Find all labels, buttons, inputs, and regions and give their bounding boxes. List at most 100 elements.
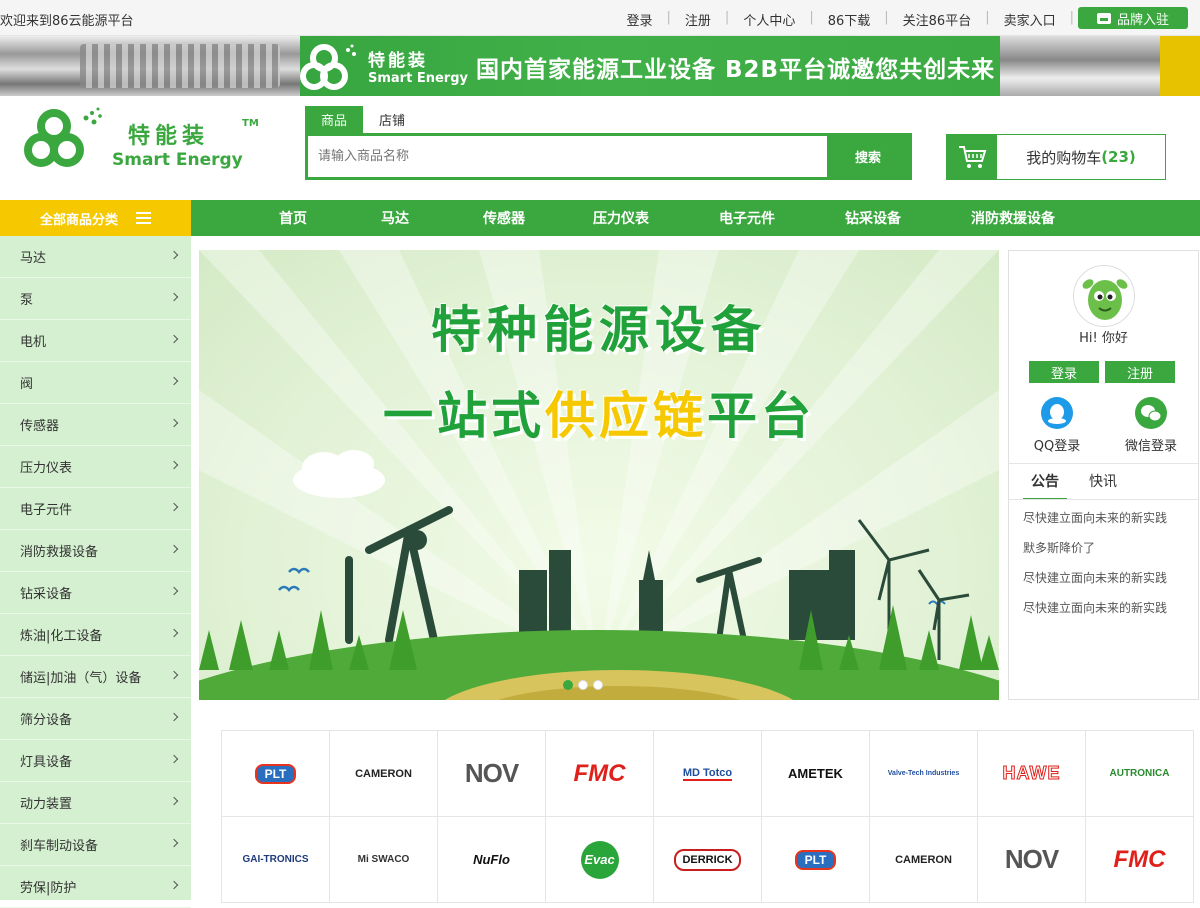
sidebar-item-label: 储运|加油（气）设备 xyxy=(20,671,142,686)
tab-announcement[interactable]: 公告 xyxy=(1023,471,1067,500)
brand-logo-fmc[interactable]: FMC xyxy=(546,731,654,817)
search-tab-stores[interactable]: 店铺 xyxy=(363,106,421,133)
top-link-register[interactable]: 注册 xyxy=(671,10,725,29)
sidebar-item-pressure-gauge[interactable]: 压力仪表 xyxy=(0,446,191,488)
welcome-text: 欢迎来到86云能源平台 xyxy=(0,14,134,29)
sidebar-item-power-unit[interactable]: 动力装置 xyxy=(0,782,191,824)
brand-logo-nuflo[interactable]: NuFlo xyxy=(438,817,546,903)
brand-logo-cameron[interactable]: CAMERON xyxy=(870,817,978,903)
nav-item-pressure-gauge[interactable]: 压力仪表 xyxy=(593,200,649,236)
wechat-login-label: 微信登录 xyxy=(1124,439,1177,454)
chevron-right-icon xyxy=(169,628,179,638)
wechat-login-button[interactable]: 微信登录 xyxy=(1111,397,1191,454)
chevron-right-icon xyxy=(169,838,179,848)
sidebar-item-label: 钻采设备 xyxy=(20,587,73,602)
brand-logo-ametek[interactable]: AMETEK xyxy=(762,731,870,817)
news-item[interactable]: 尽快建立面向未来的新实践 xyxy=(1023,509,1183,539)
brand-logo-autronica[interactable]: AUTRONICA xyxy=(1086,731,1194,817)
hero-title-part-c: 平台 xyxy=(707,387,815,445)
sidebar-item-electric-machine[interactable]: 电机 xyxy=(0,320,191,362)
carousel-dot-3[interactable] xyxy=(593,680,603,690)
news-item[interactable]: 尽快建立面向未来的新实践 xyxy=(1023,569,1183,599)
nav-item-home[interactable]: 首页 xyxy=(279,200,307,236)
brand-logo-md-totco[interactable]: MD Totco xyxy=(654,731,762,817)
qq-login-label: QQ登录 xyxy=(1033,439,1081,454)
cart-icon-box xyxy=(947,135,997,179)
top-link-user-center[interactable]: 个人中心 xyxy=(729,10,809,29)
site-logo[interactable]: 特能装 TM Smart Energy xyxy=(24,104,264,174)
brand-logo-derrick[interactable]: DERRICK xyxy=(654,817,762,903)
sidebar-item-label: 灯具设备 xyxy=(20,755,73,770)
top-link-login[interactable]: 登录 xyxy=(613,10,667,29)
nav-item-drilling[interactable]: 钻采设备 xyxy=(845,200,901,236)
brand-logo-gai-tronics[interactable]: GAI-TRONICS xyxy=(222,817,330,903)
nav-item-electronic-components[interactable]: 电子元件 xyxy=(719,200,775,236)
carousel-dot-1[interactable] xyxy=(563,680,573,690)
carousel-dots xyxy=(563,680,603,690)
hero-title-line1: 特种能源设备 xyxy=(431,301,767,359)
sidebar-item-sensor[interactable]: 传感器 xyxy=(0,404,191,446)
brand-logo-nov[interactable]: NOV xyxy=(438,731,546,817)
sidebar-item-pump[interactable]: 泵 xyxy=(0,278,191,320)
brand-grid: PLT CAMERON NOV FMC MD Totco AMETEK Valv… xyxy=(221,730,1194,903)
sidebar-item-lighting[interactable]: 灯具设备 xyxy=(0,740,191,782)
brand-logo-cameron[interactable]: CAMERON xyxy=(330,731,438,817)
qq-login-button[interactable]: QQ登录 xyxy=(1017,397,1097,454)
hero-banner[interactable]: 特种能源设备 一站式供应链平台 xyxy=(199,250,999,700)
brand-logo-mi-swaco[interactable]: Mi SWACO xyxy=(330,817,438,903)
sidebar-item-protection[interactable]: 劳保|防护 xyxy=(0,866,191,908)
nav-item-sensor[interactable]: 传感器 xyxy=(483,200,525,236)
sidebar-item-electronic-components[interactable]: 电子元件 xyxy=(0,488,191,530)
register-button[interactable]: 注册 xyxy=(1105,361,1175,383)
cart-button[interactable]: 我的购物车 (23) xyxy=(946,134,1166,180)
all-categories-label: 全部商品分类 xyxy=(39,212,118,228)
sidebar-item-label: 马达 xyxy=(20,251,47,266)
sidebar-item-storage-fueling[interactable]: 储运|加油（气）设备 xyxy=(0,656,191,698)
brand-logo-plt[interactable]: PLT xyxy=(222,731,330,817)
top-bar: 欢迎来到86云能源平台 登录 | 注册 | 个人中心 | 86下载 | 关注86平台 | … xyxy=(0,0,1200,36)
cart-text: 我的购物车 xyxy=(1026,148,1102,167)
machine-image-left xyxy=(0,36,300,96)
hero-title-part-b: 供应链 xyxy=(545,387,707,445)
brand-logo-plt[interactable]: PLT xyxy=(762,817,870,903)
nav-item-motor[interactable]: 马达 xyxy=(381,200,409,236)
all-categories-button[interactable]: 全部商品分类 xyxy=(0,200,191,236)
nav-item-fire-rescue[interactable]: 消防救援设备 xyxy=(971,200,1055,236)
top-banner[interactable]: 特能装 Smart Energy 国内首家能源工业设备 B2B平台诚邀您共创未来 xyxy=(0,36,1200,96)
carousel-dot-2[interactable] xyxy=(578,680,588,690)
sidebar-item-brake[interactable]: 刹车制动设备 xyxy=(0,824,191,866)
search-input[interactable] xyxy=(308,136,827,177)
sidebar-item-screening[interactable]: 筛分设备 xyxy=(0,698,191,740)
top-link-follow[interactable]: 关注86平台 xyxy=(889,10,986,29)
main-nav: 全部商品分类 首页 马达 传感器 压力仪表 电子元件 钻采设备 消防救援设备 xyxy=(0,200,1200,236)
cart-label: 我的购物车 (23) xyxy=(997,135,1165,179)
sidebar-item-refining-chemical[interactable]: 炼油|化工设备 xyxy=(0,614,191,656)
sidebar-item-label: 炼油|化工设备 xyxy=(20,629,103,644)
brand-logo-valve-tech[interactable]: Valve-Tech Industries xyxy=(870,731,978,817)
chevron-right-icon xyxy=(169,880,179,890)
brand-logo-evac[interactable]: Evac xyxy=(546,817,654,903)
chevron-right-icon xyxy=(169,712,179,722)
search-tab-products[interactable]: 商品 xyxy=(305,106,364,133)
brand-join-button[interactable]: 品牌入驻 xyxy=(1078,7,1188,29)
wechat-icon xyxy=(1135,397,1167,429)
chevron-right-icon xyxy=(169,796,179,806)
top-link-download[interactable]: 86下载 xyxy=(814,10,885,29)
top-link-seller[interactable]: 卖家入口 xyxy=(990,10,1070,29)
cart-icon xyxy=(959,146,987,168)
news-item[interactable]: 尽快建立面向未来的新实践 xyxy=(1023,599,1183,629)
mascot-avatar-icon xyxy=(1082,279,1128,320)
sidebar-item-valve[interactable]: 阀 xyxy=(0,362,191,404)
sidebar-item-fire-rescue[interactable]: 消防救援设备 xyxy=(0,530,191,572)
greeting-text: Hi! 你好 xyxy=(1079,331,1128,346)
brand-logo-nov[interactable]: NOV xyxy=(978,817,1086,903)
brand-logo-fmc[interactable]: FMC xyxy=(1086,817,1194,903)
brand-logo-hawe[interactable]: HAWE xyxy=(978,731,1086,817)
search-button[interactable]: 搜索 xyxy=(827,136,909,177)
sidebar-item-motor[interactable]: 马达 xyxy=(0,236,191,278)
logo-brand-en: Smart Energy xyxy=(112,150,243,170)
tab-flash-news[interactable]: 快讯 xyxy=(1081,471,1125,500)
login-button[interactable]: 登录 xyxy=(1029,361,1099,383)
news-item[interactable]: 默多斯降价了 xyxy=(1023,539,1183,569)
sidebar-item-drilling[interactable]: 钻采设备 xyxy=(0,572,191,614)
